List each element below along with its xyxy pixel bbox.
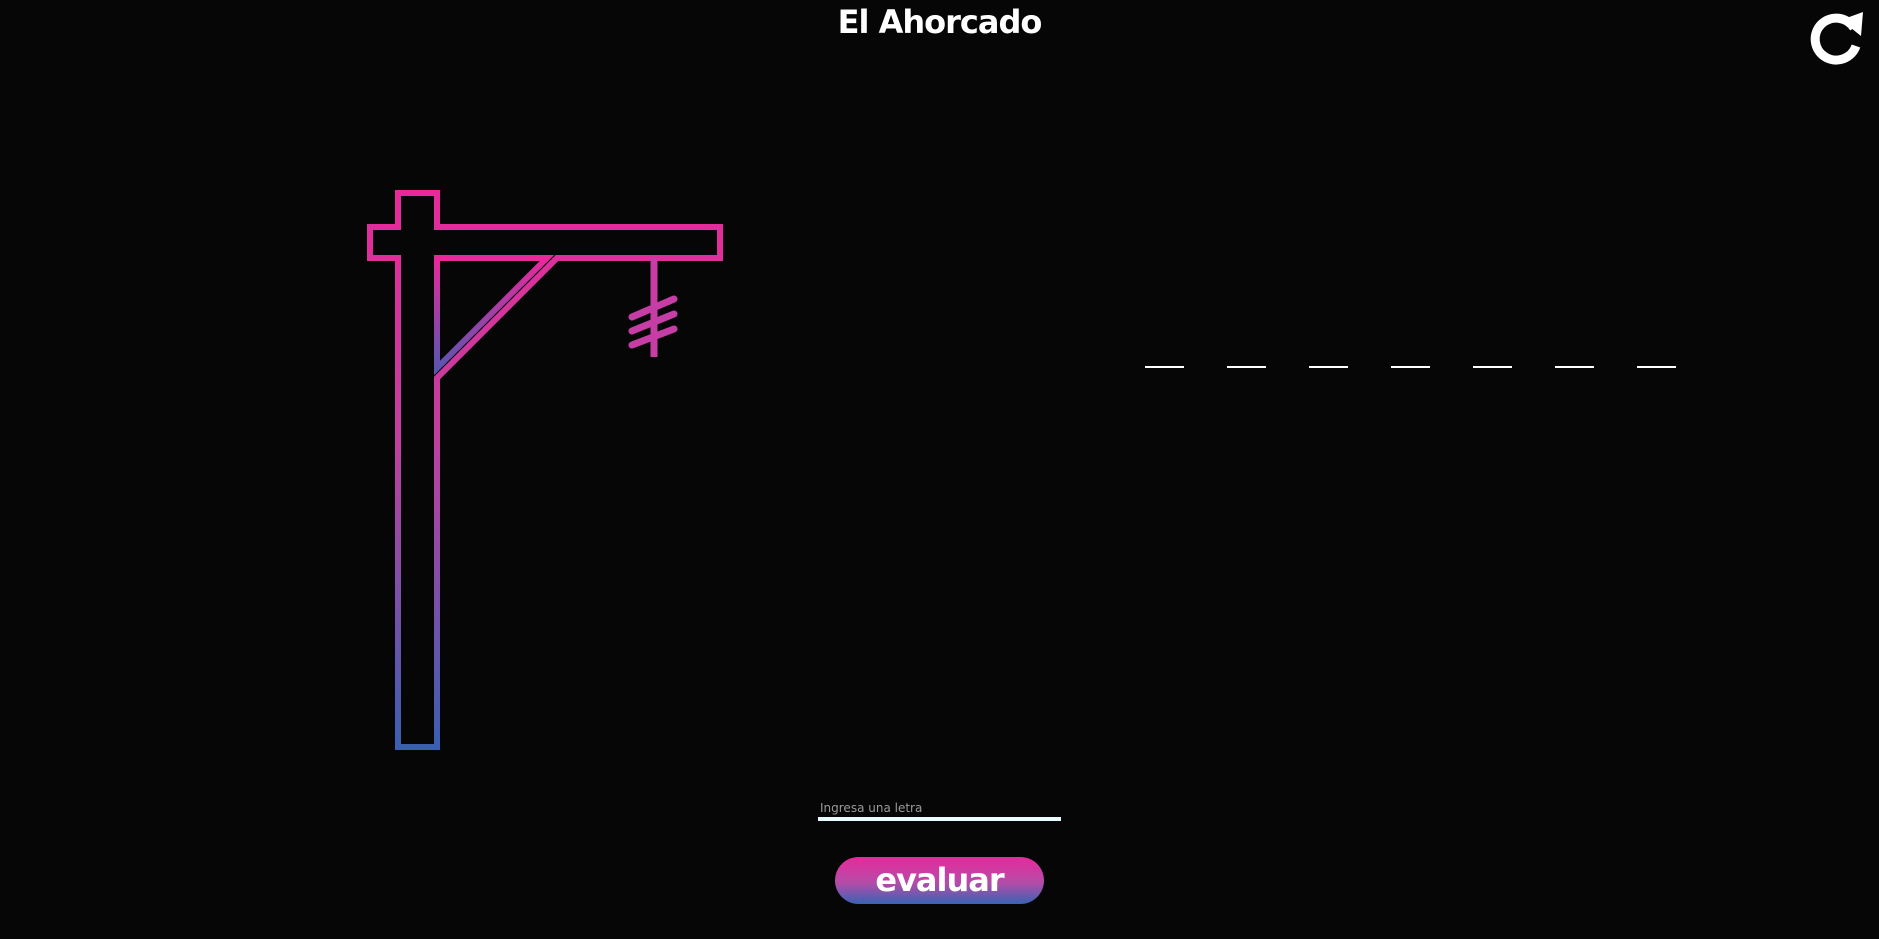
letter-slot bbox=[1637, 332, 1676, 368]
rope bbox=[628, 258, 678, 357]
letter-slot bbox=[1145, 332, 1184, 368]
gallows-icon bbox=[367, 190, 723, 750]
gallows-brace bbox=[434, 255, 555, 376]
restart-icon bbox=[1810, 12, 1863, 65]
letter-input[interactable] bbox=[818, 799, 1061, 821]
letter-slot bbox=[1227, 332, 1266, 368]
gallows-frame bbox=[367, 190, 723, 750]
letter-slot bbox=[1473, 332, 1512, 368]
letter-slot bbox=[1555, 332, 1594, 368]
restart-button[interactable] bbox=[1807, 8, 1867, 68]
letter-slot bbox=[1309, 332, 1348, 368]
evaluate-button[interactable]: evaluar bbox=[835, 857, 1044, 904]
page-title: El Ahorcado bbox=[837, 3, 1043, 41]
word-display bbox=[1145, 332, 1676, 368]
letter-slot bbox=[1391, 332, 1430, 368]
